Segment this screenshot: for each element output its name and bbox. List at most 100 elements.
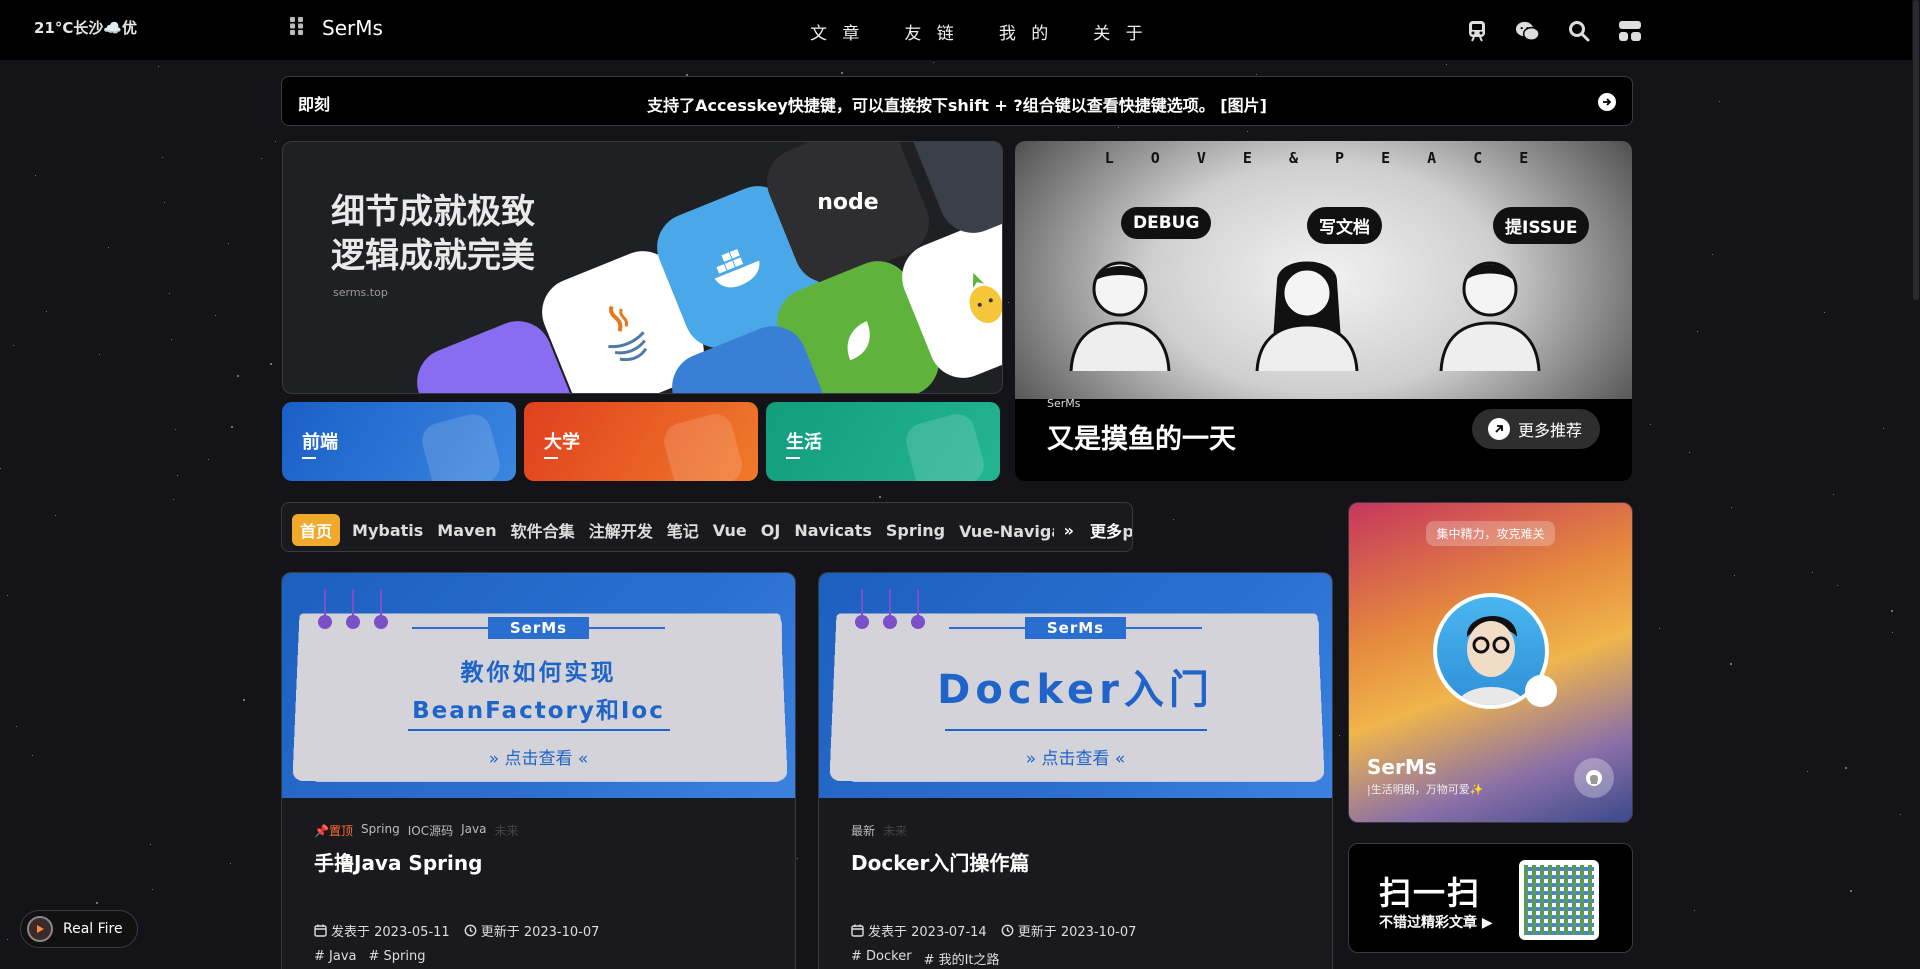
music-title: Real Fire xyxy=(63,921,123,937)
post-dates: 发表于 2023-05-11 更新于 2023-10-07 xyxy=(314,921,599,940)
arrow-right-icon[interactable] xyxy=(1598,93,1616,111)
site-title[interactable]: SerMs xyxy=(322,16,383,40)
post-card[interactable]: SerMs Docker入门 » 点击查看 « 最新 未来 Docker入门操作… xyxy=(818,572,1333,969)
hero-title-line-2: 逻辑成就完美 xyxy=(331,236,535,276)
github-button[interactable] xyxy=(1574,758,1614,798)
document-icon xyxy=(902,410,988,481)
category-more: » 更多 xyxy=(1053,518,1122,542)
update-date: 更新于 2023-10-07 xyxy=(1001,921,1136,940)
tag-link[interactable]: # 我的It之路 xyxy=(924,949,1000,968)
category-tab[interactable]: Maven xyxy=(435,517,498,544)
menu-item-about[interactable]: 关 于 xyxy=(1093,19,1147,44)
search-icon[interactable] xyxy=(1566,18,1591,43)
meta-category[interactable]: Spring xyxy=(361,822,400,839)
meta-category[interactable]: IOC源码 xyxy=(408,822,453,839)
github-icon xyxy=(1586,770,1602,786)
category-tab[interactable]: 注解开发 xyxy=(587,514,655,546)
menu-item-articles[interactable]: 文 章 xyxy=(810,19,864,44)
cover-title-line-2: BeanFactory和Ioc xyxy=(412,698,665,724)
category-tab[interactable]: OJ xyxy=(759,517,783,544)
recommend-card[interactable]: L O V E & P E A C E DEBUG 写文档 提ISSUE Ser… xyxy=(1015,141,1632,481)
calendar-icon xyxy=(314,924,327,937)
post-card[interactable]: SerMs 教你如何实现 BeanFactory和Ioc » 点击查看 « 📌置… xyxy=(281,572,796,969)
meta-category[interactable]: Java xyxy=(461,822,486,839)
meta-category: 未来 xyxy=(883,824,908,838)
main-menu: 文 章 友 链 我 的 关 于 xyxy=(810,19,1148,44)
speech-bubble: 提ISSUE xyxy=(1493,207,1590,244)
cover-cta: » 点击查看 « xyxy=(488,749,589,769)
brand[interactable]: SerMs xyxy=(290,16,383,40)
tag-link[interactable]: # Docker xyxy=(851,949,912,968)
wechat-icon[interactable] xyxy=(1515,18,1540,43)
more-recommend-label: 更多推荐 xyxy=(1517,421,1582,440)
qr-promo-card: 扫一扫 不错过精彩文章 ▶ xyxy=(1348,843,1633,953)
history-icon xyxy=(1001,924,1014,937)
publish-date: 发表于 2023-05-11 xyxy=(314,921,450,940)
category-tab[interactable]: 软件合集 xyxy=(509,514,577,546)
hero-title: 细节成就极致 逻辑成就完美 xyxy=(331,190,535,278)
category-tab[interactable]: Mybatis xyxy=(350,517,425,544)
arrow-up-right-icon xyxy=(1487,418,1510,440)
music-player[interactable]: Real Fire xyxy=(20,910,138,948)
category-shortcuts: 前端 大学 生活 xyxy=(282,402,1000,481)
post-cover[interactable]: SerMs Docker入门 » 点击查看 « xyxy=(819,573,1332,798)
recommend-author: SerMs xyxy=(1047,397,1081,410)
menu-item-mine[interactable]: 我 的 xyxy=(999,19,1053,44)
category-tab[interactable]: Navicats xyxy=(792,517,874,544)
more-recommend-button[interactable]: 更多推荐 xyxy=(1471,409,1600,449)
cover-title: Docker入门 xyxy=(937,667,1214,713)
announcement-text[interactable]: 支持了Accesskey快捷键，可以直接按下shift + ?组合键以查看快捷键… xyxy=(282,92,1632,116)
post-tags: # Java # Spring xyxy=(314,949,425,964)
category-tab[interactable]: 笔记 xyxy=(665,514,701,546)
post-cover[interactable]: SerMs 教你如何实现 BeanFactory和Ioc » 点击查看 « xyxy=(282,573,795,798)
recommend-footer: SerMs 又是摸鱼的一天 更多推荐 xyxy=(1015,397,1632,481)
double-chevron-right-icon[interactable]: » xyxy=(1064,521,1074,540)
menu-item-links[interactable]: 友 链 xyxy=(904,19,958,44)
category-university[interactable]: 大学 xyxy=(524,402,758,481)
history-icon xyxy=(464,924,477,937)
category-frontend[interactable]: 前端 xyxy=(282,402,516,481)
profile-name: SerMs xyxy=(1367,755,1437,779)
cover-title-line-1: 教你如何实现 xyxy=(460,660,617,686)
newest-badge: 最新 xyxy=(851,824,876,838)
speech-bubble: DEBUG xyxy=(1121,207,1212,239)
announcement-bar[interactable]: 即刻 支持了Accesskey快捷键，可以直接按下shift + ?组合键以查看… xyxy=(281,76,1633,126)
category-tab-home[interactable]: 首页 xyxy=(292,514,341,546)
layout-icon[interactable] xyxy=(1617,18,1642,43)
category-label: 大学 xyxy=(544,428,580,459)
category-bar: 首页 Mybatis Maven 软件合集 注解开发 笔记 Vue OJ Nav… xyxy=(281,502,1133,552)
pet-badge-icon: 🐱 xyxy=(1525,675,1557,707)
subway-icon[interactable] xyxy=(1464,18,1489,43)
cover-tag: SerMs xyxy=(1024,617,1127,639)
tag-link[interactable]: # Java xyxy=(314,949,357,964)
post-title[interactable]: 手撸Java Spring xyxy=(314,847,482,876)
post-title[interactable]: Docker入门操作篇 xyxy=(851,847,1029,876)
post-tags: # Docker # 我的It之路 xyxy=(851,949,1000,968)
category-tab[interactable]: Vue xyxy=(711,517,749,544)
page-scrollbar[interactable] xyxy=(1912,0,1920,969)
bird-icon xyxy=(418,410,504,481)
cover-tagline: SerMs xyxy=(282,617,795,639)
play-icon[interactable] xyxy=(27,916,53,942)
category-list: 首页 Mybatis Maven 软件合集 注解开发 笔记 Vue OJ Nav… xyxy=(292,514,1132,546)
post-meta-tags: 最新 未来 xyxy=(851,822,907,839)
more-categories-link[interactable]: 更多 xyxy=(1090,518,1122,542)
cover-divider xyxy=(945,729,1207,731)
qr-code xyxy=(1519,860,1599,940)
category-label: 前端 xyxy=(302,428,338,459)
cover-tagline: SerMs xyxy=(819,617,1332,639)
pinned-badge: 📌置顶 xyxy=(314,824,353,838)
top-nav: 21°C长沙☁️优 SerMs 文 章 友 链 我 的 关 于 xyxy=(0,0,1920,60)
recommend-title[interactable]: 又是摸鱼的一天 xyxy=(1047,417,1236,456)
category-life[interactable]: 生活 xyxy=(766,402,1000,481)
speech-bubble: 写文档 xyxy=(1307,207,1382,244)
fire-icon xyxy=(660,410,746,481)
meta-category: 未来 xyxy=(494,824,519,838)
tag-link[interactable]: # Spring xyxy=(369,949,426,964)
update-date: 更新于 2023-10-07 xyxy=(464,921,599,940)
author-profile-card: 集中精力，攻克难关 🐱 SerMs |生活明朗，万物可爱✨ xyxy=(1348,502,1633,823)
hero-banner: 细节成就极致 逻辑成就完美 serms.top node xyxy=(282,141,1003,394)
apps-grid-icon[interactable] xyxy=(290,17,304,39)
nav-actions xyxy=(1464,18,1642,43)
category-tab[interactable]: Spring xyxy=(884,517,947,544)
